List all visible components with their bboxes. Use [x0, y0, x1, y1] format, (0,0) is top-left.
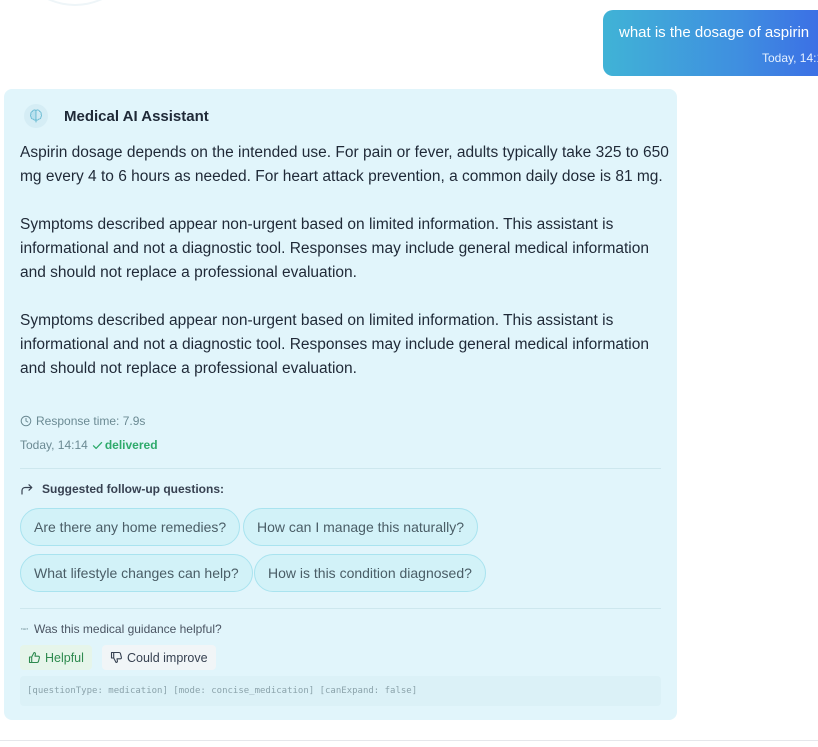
divider [20, 608, 661, 609]
helpful-label: Helpful [45, 650, 84, 665]
forward-arrow-icon [21, 484, 33, 495]
feedback-question: Was this medical guidance helpful? [34, 622, 222, 636]
assistant-header: Medical AI Assistant [24, 104, 209, 128]
response-time-row: Response time: 7.9s [20, 414, 145, 428]
debug-info: [questionType: medication] [mode: concis… [20, 676, 661, 706]
followup-chip[interactable]: Are there any home remedies? [20, 508, 241, 546]
followup-title: Suggested follow-up questions: [20, 482, 224, 496]
bottom-divider [0, 740, 818, 741]
divider [20, 468, 661, 469]
check-icon [92, 441, 103, 449]
message-meta-row: Today, 14:14 delivered [20, 438, 158, 452]
could-improve-label: Could improve [127, 650, 208, 665]
dots-icon: ·-· [20, 623, 29, 635]
assistant-paragraph: Symptoms described appear non-urgent bas… [20, 216, 649, 281]
delivery-status-label: delivered [104, 438, 158, 452]
thumbs-up-icon [28, 651, 40, 664]
clock-icon [20, 415, 32, 427]
user-message-text: what is the dosage of aspirin [619, 24, 810, 41]
could-improve-button[interactable]: Could improve [102, 645, 216, 670]
helpful-button[interactable]: Helpful [20, 645, 92, 670]
assistant-paragraph: Symptoms described appear non-urgent bas… [20, 312, 649, 377]
followup-chip[interactable]: What lifestyle changes can help? [20, 554, 253, 592]
user-message-bubble: what is the dosage of aspirin Today, 14:… [603, 10, 818, 76]
assistant-message-card: Medical AI Assistant Aspirin dosage depe… [4, 89, 677, 720]
response-time: Response time: 7.9s [36, 414, 146, 428]
decorative-ring [10, 0, 140, 6]
user-message-time: Today, 14:14 [762, 51, 818, 65]
assistant-name: Medical AI Assistant [64, 107, 209, 125]
delivery-status: delivered [92, 438, 158, 452]
assistant-paragraph: Aspirin dosage depends on the intended u… [20, 144, 669, 185]
followup-title-text: Suggested follow-up questions: [42, 482, 224, 496]
thumbs-down-icon [110, 651, 122, 664]
followup-chip[interactable]: How is this condition diagnosed? [254, 554, 486, 592]
brain-icon [24, 104, 48, 128]
followup-chip[interactable]: How can I manage this naturally? [243, 508, 478, 546]
feedback-question-row: ·-· Was this medical guidance helpful? [20, 622, 222, 636]
assistant-message-body: Aspirin dosage depends on the intended u… [20, 141, 670, 381]
message-timestamp: Today, 14:14 [20, 438, 88, 452]
